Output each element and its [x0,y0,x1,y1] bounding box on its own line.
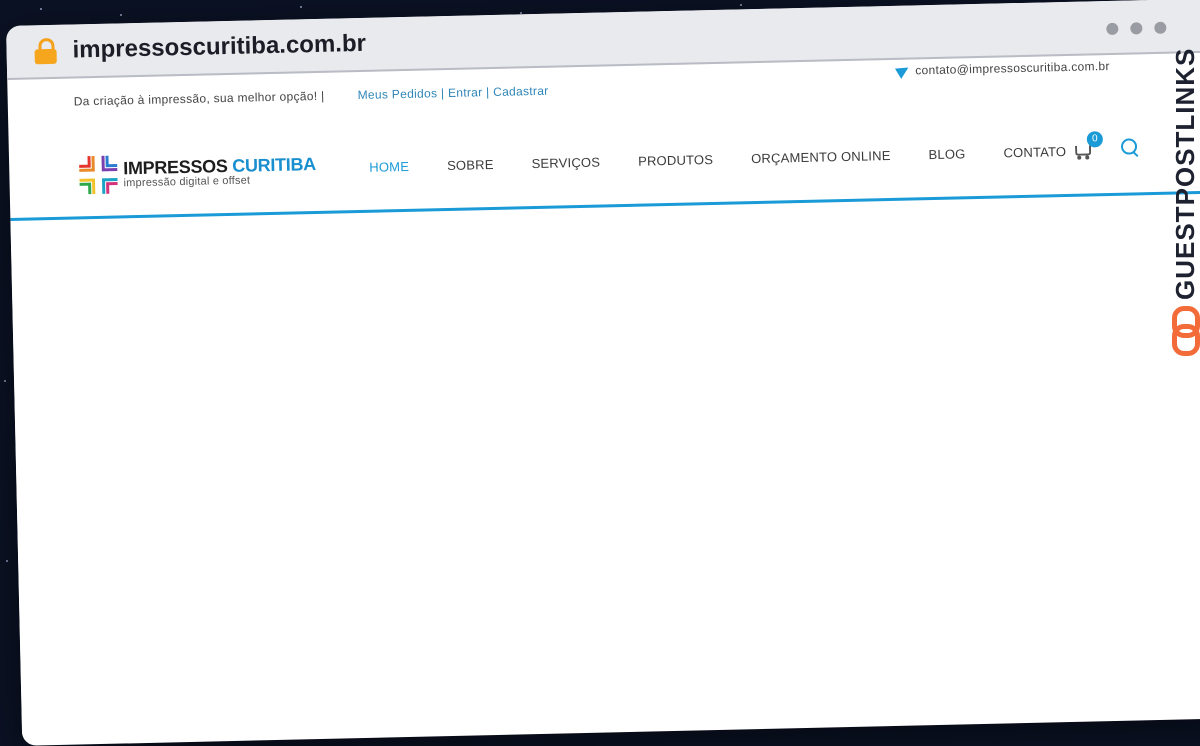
contact-email-text[interactable]: contato@impressoscuritiba.com.br [915,59,1110,77]
page-content-blank [10,192,1200,741]
login-link[interactable]: Entrar [448,85,483,100]
address-bar-url[interactable]: impressoscuritiba.com.br [72,30,366,65]
nav-item-contato[interactable]: CONTATO [1003,144,1066,160]
nav-item-servicos[interactable]: SERVIÇOS [531,155,600,172]
logo-mark-icon [75,151,122,198]
cart-icon[interactable] [1073,143,1092,160]
logo-name-part2: CURITIBA [232,154,317,176]
register-link[interactable]: Cadastrar [493,84,549,99]
window-controls [1106,21,1167,36]
nav-item-home[interactable]: HOME [369,159,409,175]
my-orders-link[interactable]: Meus Pedidos [357,86,437,102]
paper-plane-icon [895,62,912,79]
nav-item-blog[interactable]: BLOG [928,146,965,162]
window-dot[interactable] [1130,22,1143,35]
contact-email[interactable]: contato@impressoscuritiba.com.br [895,59,1110,79]
search-icon[interactable] [1120,138,1138,155]
site-logo[interactable]: IMPRESSOS CURITIBA impressão digital e o… [75,147,317,198]
nav-item-orcamento[interactable]: ORÇAMENTO ONLINE [751,148,891,166]
logo-text: IMPRESSOS CURITIBA impressão digital e o… [123,154,317,189]
nav-item-sobre[interactable]: SOBRE [447,157,494,173]
window-dot[interactable] [1154,21,1167,34]
main-nav: HOME SOBRE SERVIÇOS PRODUTOS ORÇAMENTO O… [369,144,1066,175]
browser-window: impressoscuritiba.com.br Da criação à im… [6,0,1200,746]
account-links: Meus Pedidos | Entrar | Cadastrar [357,83,549,103]
nav-item-produtos[interactable]: PRODUTOS [638,152,713,169]
site-tagline: Da criação à impressão, sua melhor opção… [73,88,325,109]
watermark-text: GUESTPOSTLINKS [1170,47,1200,300]
window-dot[interactable] [1106,22,1119,36]
cart-count-badge: 0 [1086,131,1104,148]
chain-link-icon [1168,306,1200,356]
lock-icon [34,37,57,65]
